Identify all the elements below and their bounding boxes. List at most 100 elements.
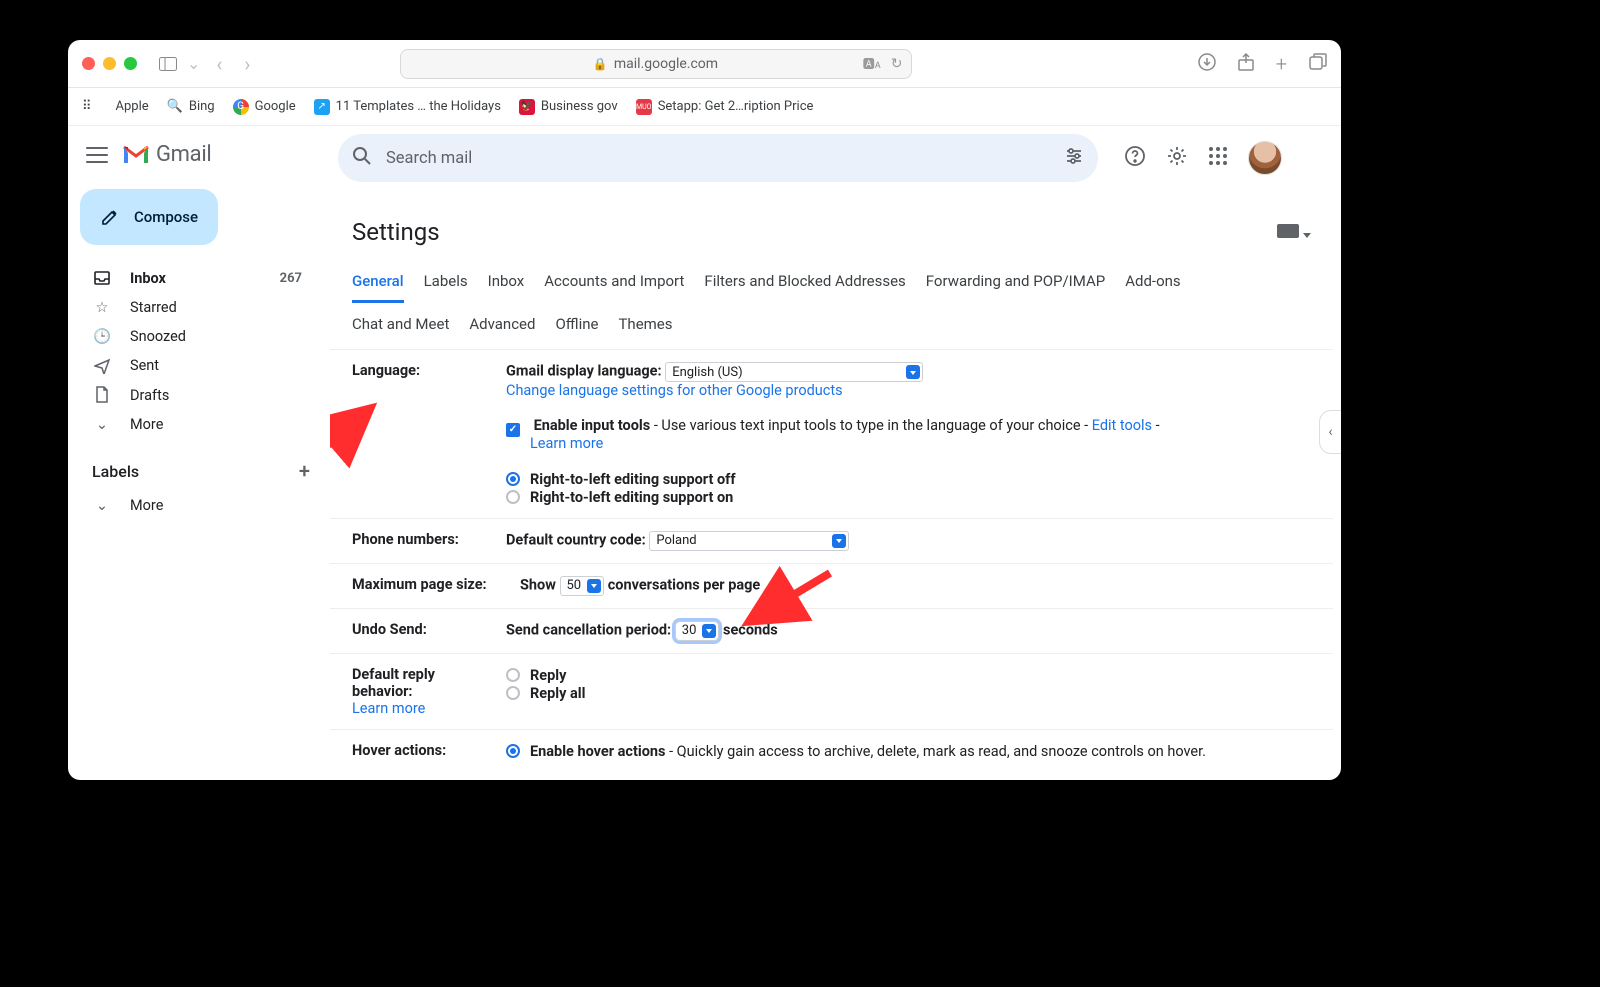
main-area: Search mail Settings General: [330, 126, 1341, 780]
nav-starred[interactable]: ☆ Starred: [68, 293, 330, 322]
tab-inbox[interactable]: Inbox: [488, 264, 525, 303]
tab-themes[interactable]: Themes: [618, 307, 672, 343]
edit-tools-link[interactable]: Edit tools: [1092, 417, 1152, 434]
close-window[interactable]: [82, 57, 95, 70]
country-code-select[interactable]: Poland: [649, 531, 849, 551]
seconds-label: seconds: [723, 621, 778, 638]
nav-inbox[interactable]: Inbox 267: [68, 263, 330, 293]
topbar: Search mail: [330, 126, 1341, 190]
display-lang-label: Gmail display language:: [506, 363, 662, 380]
language-select[interactable]: English (US): [665, 362, 923, 382]
tab-addons[interactable]: Add-ons: [1125, 264, 1180, 303]
side-panel-toggle[interactable]: ‹: [1319, 410, 1341, 454]
reply-all-radio[interactable]: [506, 686, 520, 700]
fav-label: Setapp: Get 2…ription Price: [658, 99, 814, 114]
page-size-select[interactable]: 50: [560, 576, 605, 596]
hover-enable-radio[interactable]: [506, 744, 520, 758]
search-bar[interactable]: Search mail: [338, 134, 1098, 182]
learn-more-link[interactable]: Learn more: [352, 700, 425, 717]
fav-apple[interactable]: Apple: [110, 99, 149, 114]
learn-more-link[interactable]: Learn more: [530, 435, 603, 452]
favicon: MUO: [636, 99, 652, 115]
nav-label: More: [130, 497, 163, 514]
lock-icon: 🔒: [593, 57, 608, 71]
fav-business[interactable]: 🦅 Business gov: [519, 99, 618, 115]
tabs-overview-icon[interactable]: [1309, 53, 1327, 75]
keyboard-icon: [1277, 224, 1299, 238]
nav-drafts[interactable]: Drafts: [68, 380, 330, 410]
rtl-on-radio[interactable]: [506, 490, 520, 504]
back-button[interactable]: ‹: [210, 55, 228, 73]
dropdown-icon[interactable]: ⌄: [187, 54, 200, 73]
favicon: ↗: [314, 99, 330, 115]
suffix-label: conversations per page: [608, 576, 761, 593]
new-tab-icon[interactable]: +: [1276, 52, 1287, 76]
tab-filters[interactable]: Filters and Blocked Addresses: [704, 264, 905, 303]
tab-advanced[interactable]: Advanced: [469, 307, 535, 343]
toolbar-left: ⌄ ‹ ›: [159, 54, 256, 73]
rtl-off-radio[interactable]: [506, 472, 520, 486]
undo-send-select[interactable]: 30: [675, 621, 720, 641]
row-label: Phone numbers:: [352, 531, 488, 551]
tab-general[interactable]: General: [352, 264, 404, 303]
reply-radio[interactable]: [506, 668, 520, 682]
nav-list: Inbox 267 ☆Starred 🕒Snoozed Sent Drafts …: [68, 259, 330, 443]
share-icon[interactable]: [1238, 53, 1254, 75]
downloads-icon[interactable]: [1198, 53, 1216, 75]
gmail-logo[interactable]: Gmail: [122, 142, 211, 167]
period-label: Send cancellation period:: [506, 621, 671, 638]
show-label: Show: [520, 576, 556, 593]
row-reply: Default reply behavior: Learn more Reply…: [330, 654, 1333, 730]
nav-label: Snoozed: [130, 328, 186, 345]
change-language-link[interactable]: Change language settings for other Googl…: [506, 382, 843, 399]
fav-setapp[interactable]: MUO Setapp: Get 2…ription Price: [636, 99, 814, 115]
nav-snoozed[interactable]: 🕒Snoozed: [68, 322, 330, 351]
gear-icon[interactable]: [1166, 145, 1188, 171]
apps-icon[interactable]: [1208, 146, 1228, 170]
maximize-window[interactable]: [124, 57, 137, 70]
address-bar[interactable]: 🔒 mail.google.com 🅰ᴀ ↻: [400, 49, 912, 79]
menu-icon[interactable]: [86, 147, 108, 163]
settings-tabs: General Labels Inbox Accounts and Import…: [330, 252, 1333, 343]
select-value: 50: [567, 578, 582, 593]
tab-labels[interactable]: Labels: [424, 264, 468, 303]
settings-header: Settings: [330, 212, 1333, 252]
fav-bing[interactable]: 🔍Bing: [167, 99, 215, 114]
nav-more[interactable]: ⌄More: [68, 410, 330, 439]
tab-forwarding[interactable]: Forwarding and POP/IMAP: [926, 264, 1105, 303]
compose-button[interactable]: Compose: [80, 189, 218, 245]
fav-label: Business gov: [541, 99, 618, 114]
star-icon: ☆: [92, 299, 112, 316]
account-avatar[interactable]: [1248, 141, 1282, 175]
tab-offline[interactable]: Offline: [555, 307, 598, 343]
minimize-window[interactable]: [103, 57, 116, 70]
reload-icon[interactable]: ↻: [891, 56, 903, 72]
favicon: 🦅: [519, 99, 535, 115]
apps-grid-icon[interactable]: ⠿: [82, 99, 92, 114]
labels-more[interactable]: ⌄More: [68, 491, 330, 520]
tab-accounts[interactable]: Accounts and Import: [544, 264, 684, 303]
fav-templates[interactable]: ↗11 Templates … the Holidays: [314, 99, 501, 115]
row-language: Language: Gmail display language: Englis…: [330, 350, 1333, 519]
send-icon: [92, 358, 112, 374]
forward-button[interactable]: ›: [238, 55, 256, 73]
pencil-icon: [100, 207, 120, 227]
input-tools-toggle[interactable]: [1277, 223, 1311, 242]
nav-label: Starred: [130, 299, 177, 316]
add-label-icon[interactable]: +: [299, 459, 310, 483]
select-value: English (US): [672, 365, 742, 380]
help-icon[interactable]: [1124, 145, 1146, 171]
nav-sent[interactable]: Sent: [68, 351, 330, 380]
chevron-down-icon: ⌄: [92, 416, 112, 433]
fav-google[interactable]: GGoogle: [233, 99, 296, 115]
nav-label: Sent: [130, 357, 159, 374]
tab-chat[interactable]: Chat and Meet: [352, 307, 449, 343]
sidebar-toggle-icon[interactable]: [159, 55, 177, 73]
inbox-icon: [92, 269, 112, 287]
translate-icon[interactable]: 🅰ᴀ: [863, 55, 881, 72]
row-label: Undo Send:: [352, 621, 488, 641]
settings-panel: Settings General Labels Inbox Accounts a…: [330, 198, 1333, 780]
fav-label: Apple: [116, 99, 149, 114]
input-tools-checkbox[interactable]: [506, 423, 520, 437]
search-options-icon[interactable]: [1064, 146, 1084, 171]
